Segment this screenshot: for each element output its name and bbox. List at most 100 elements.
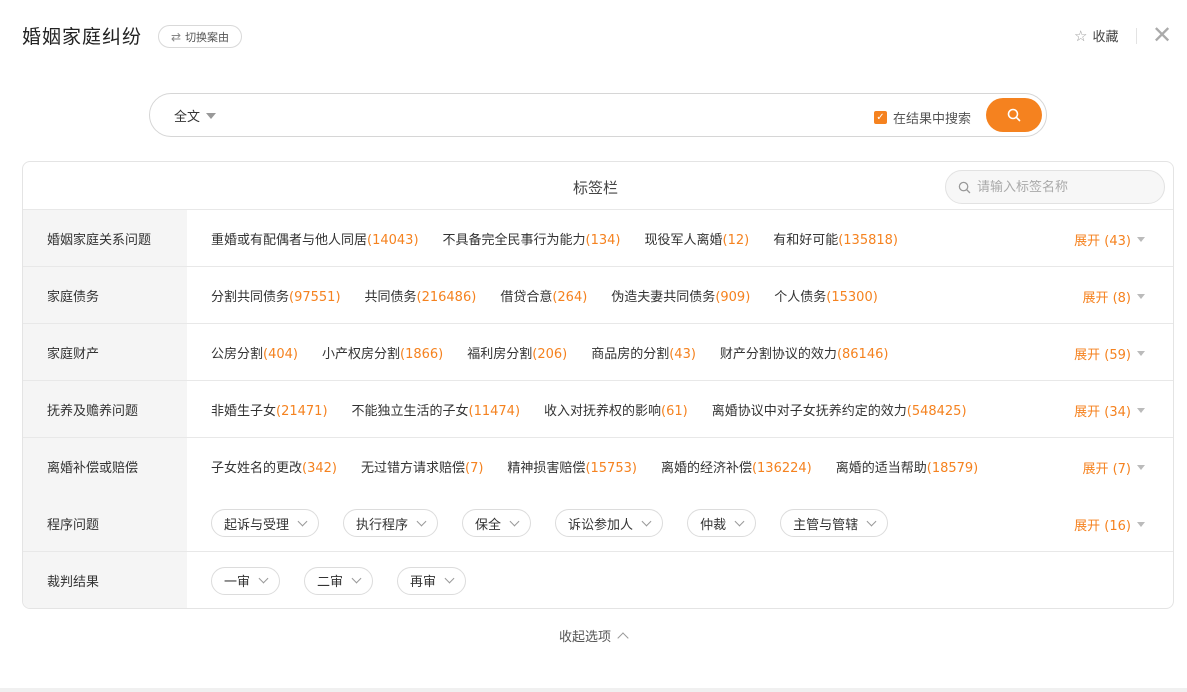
tag-name: 收入对抚养权的影响 [544,403,662,419]
tag-count: (342) [302,461,337,476]
tag-count: (206) [532,346,568,362]
chevron-down-icon [258,573,269,584]
switch-cause-label: 切换案由 [185,30,230,44]
tag-count: (135818) [838,232,898,248]
chevron-down-icon [641,516,652,526]
expand-button[interactable]: 展开 (59) [1074,344,1145,363]
tag-panel-header: 标签栏 [23,162,1173,210]
tag-name: 商品房的分割 [591,346,670,362]
filter-dropdown-label: 一审 [224,575,251,590]
tag-row: 家庭债务 分割共同债务(97551) 共同债务(216486) 借贷合意(264) 伪造… [23,267,1173,324]
favorite-label: 收藏 [1092,30,1119,45]
filter-dropdown[interactable]: 一审 [211,566,281,595]
tag-row: 婚姻家庭关系问题 重婚或有配偶者与他人同居(14043) 不具备完全民事行为能力(1… [23,210,1173,267]
tag-link[interactable]: 分割共同债务(97551) [211,286,341,305]
tag-link[interactable]: 借贷合意(264) [500,286,587,305]
caret-down-icon [1137,237,1145,242]
tag-search-input[interactable] [977,179,1147,195]
switch-cause-button[interactable]: ⇄ 切换案由 [158,25,243,48]
row-tags: 公房分割(404) 小产权房分割(1866) 福利房分割(206) 商品房的分割(43… [187,324,1173,380]
tag-link[interactable]: 个人债务(15300) [774,286,878,305]
expand-button[interactable]: 展开 (34) [1074,401,1145,420]
expand-button[interactable]: 展开 (43) [1074,230,1145,249]
tag-link[interactable]: 子女姓名的更改(342) [211,457,337,476]
tag-link[interactable]: 公房分割(404) [211,343,298,362]
caret-down-icon [1137,465,1145,470]
tag-link[interactable]: 精神损害赔偿(15753) [507,457,637,476]
filter-dropdown[interactable]: 二审 [304,566,374,595]
tag-name: 不具备完全民事行为能力 [442,232,586,248]
tag-link[interactable]: 福利房分割(206) [467,343,567,362]
result-pills: 一审 二审 再审 [187,552,1173,608]
tag-link[interactable]: 伪造夫妻共同债务(909) [611,286,750,305]
expand-label: 展开 (34) [1074,405,1131,420]
tag-count: (15753) [585,461,637,476]
caret-down-icon [206,112,217,119]
tag-name: 子女姓名的更改 [211,461,303,476]
tag-search [945,170,1165,204]
tag-link[interactable]: 现役军人离婚(12) [645,229,750,248]
tag-name: 精神损害赔偿 [507,461,586,476]
filter-dropdown[interactable]: 诉讼参加人 [555,509,664,537]
tag-count: (216486) [416,289,477,305]
chevron-down-icon [444,573,455,584]
tag-name: 财产分割协议的效力 [719,346,837,362]
tag-link[interactable]: 不具备完全民事行为能力(134) [443,229,621,248]
tag-link[interactable]: 财产分割协议的效力(86146) [720,343,889,362]
tag-row: 离婚补偿或赔偿 子女姓名的更改(342) 无过错方请求赔偿(7) 精神损害赔偿(157… [23,438,1173,495]
chevron-down-icon [866,516,877,526]
expand-button[interactable]: 展开 (7) [1082,458,1145,477]
result-row: 裁判结果 一审 二审 再审 [23,552,1173,608]
tag-link[interactable]: 离婚协议中对子女抚养约定的效力(548425) [712,400,967,419]
close-icon[interactable]: ✕ [1150,20,1174,50]
tag-link[interactable]: 小产权房分割(1866) [322,343,443,362]
row-label: 家庭债务 [23,267,187,323]
tag-link[interactable]: 共同债务(216486) [365,286,477,305]
tag-link[interactable]: 商品房的分割(43) [591,343,696,362]
tag-link[interactable]: 离婚的经济补偿(136224) [661,457,812,476]
favorite-button[interactable]: ☆ 收藏 [1074,26,1119,46]
search-in-results-checkbox[interactable]: ✓ 在结果中搜索 [874,108,971,127]
tag-name: 现役军人离婚 [644,232,723,248]
chevron-down-icon [416,516,427,526]
tag-name: 离婚的适当帮助 [835,461,927,476]
row-tags: 重婚或有配偶者与他人同居(14043) 不具备完全民事行为能力(134) 现役军人离… [187,210,1173,266]
tag-link[interactable]: 收入对抚养权的影响(61) [544,400,688,419]
collapse-options-button[interactable]: 收起选项 [559,626,629,645]
tag-name: 有和好可能 [773,232,839,248]
filter-dropdown[interactable]: 主管与管辖 [780,509,889,537]
filter-dropdown-label: 二审 [317,575,344,590]
filter-dropdown[interactable]: 起诉与受理 [211,509,320,537]
search-button[interactable] [986,98,1042,132]
row-label: 离婚补偿或赔偿 [23,438,187,495]
row-tags: 子女姓名的更改(342) 无过错方请求赔偿(7) 精神损害赔偿(15753) 离婚的经… [187,438,1173,495]
tag-link[interactable]: 重婚或有配偶者与他人同居(14043) [211,229,419,248]
filter-dropdown-label: 主管与管辖 [793,517,859,533]
tag-link[interactable]: 有和好可能(135818) [773,229,898,248]
tag-name: 伪造夫妻共同债务 [611,289,716,305]
filter-dropdown-label: 执行程序 [356,517,409,533]
tag-name: 重婚或有配偶者与他人同居 [211,232,368,248]
expand-label: 展开 (43) [1074,234,1131,249]
row-tags: 非婚生子女(21471) 不能独立生活的子女(11474) 收入对抚养权的影响(61… [187,381,1173,437]
filter-dropdown[interactable]: 仲裁 [687,509,757,537]
filter-dropdown[interactable]: 执行程序 [343,509,439,537]
search-scope-dropdown[interactable]: 全文 [174,106,217,125]
filter-dropdown-label: 再审 [410,575,437,590]
filter-dropdown-label: 起诉与受理 [224,517,290,533]
tag-name: 不能独立生活的子女 [351,403,469,419]
tag-name: 共同债务 [364,289,417,305]
chevron-down-icon [297,516,308,526]
expand-button[interactable]: 展开 (16) [1074,515,1145,534]
tag-count: (15300) [826,289,878,305]
tag-count: (97551) [289,289,341,305]
tag-count: (134) [585,232,621,248]
tag-link[interactable]: 离婚的适当帮助(18579) [836,457,979,476]
filter-dropdown[interactable]: 保全 [462,509,532,537]
expand-button[interactable]: 展开 (8) [1082,287,1145,306]
top-bar: 婚姻家庭纠纷 ⇄ 切换案由 ☆ 收藏 ✕ [0,0,1187,72]
tag-link[interactable]: 不能独立生活的子女(11474) [352,400,521,419]
filter-dropdown[interactable]: 再审 [397,566,467,595]
tag-link[interactable]: 非婚生子女(21471) [211,400,328,419]
tag-link[interactable]: 无过错方请求赔偿(7) [361,457,483,476]
